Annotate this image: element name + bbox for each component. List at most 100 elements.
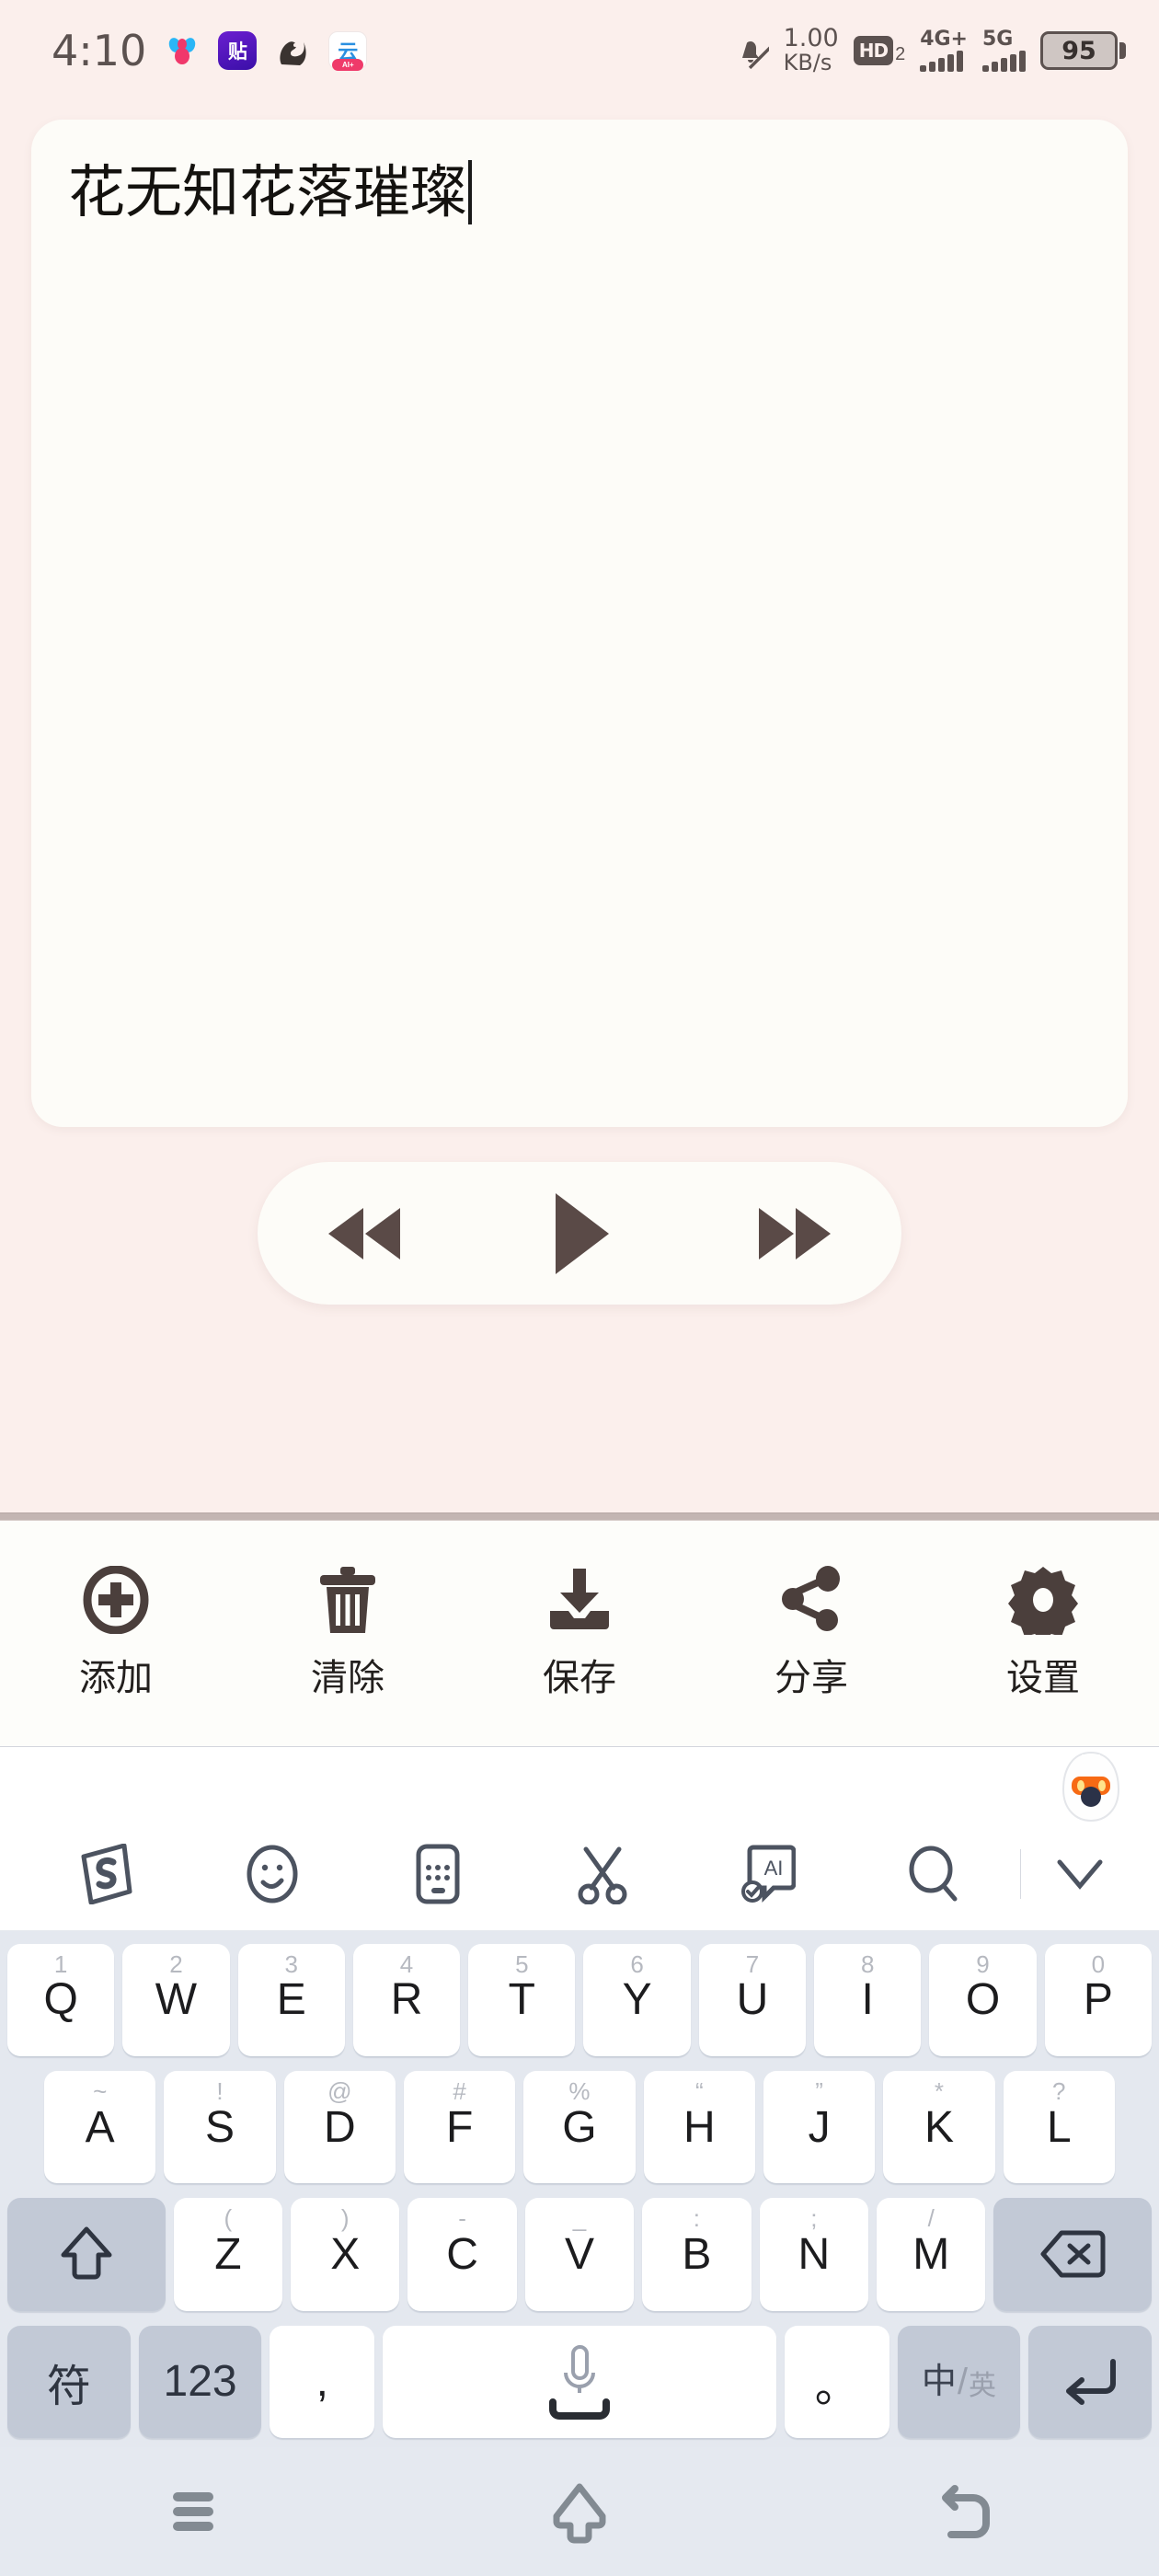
shift-key[interactable] [7,2198,166,2311]
key-k-hint: * [934,2076,945,2105]
key-s-label: S [204,2102,235,2152]
key-v-label: V [565,2229,595,2279]
key-u[interactable]: 7U [698,1943,807,2056]
key-r-label: R [390,1975,423,2025]
key-d[interactable]: @ D [283,2070,396,2184]
key-b[interactable]: :B [642,2198,752,2311]
toolbar-clear-button[interactable]: 清除 [232,1565,464,1701]
rewind-button[interactable] [296,1183,434,1284]
key-l[interactable]: ? L [1003,2070,1115,2184]
key-k[interactable]: * K [883,2070,995,2184]
key-z[interactable]: (Z [173,2198,283,2311]
key-t-label: T [508,1975,535,2025]
key-q-label: Q [43,1975,78,2025]
key-g[interactable]: % G [523,2070,636,2184]
back-button[interactable] [874,2466,1058,2558]
network-speed-value: 1.00 [783,24,839,52]
key-t[interactable]: 5T [468,1943,576,2056]
key-a[interactable]: ~ A [44,2070,156,2184]
language-toggle-key[interactable]: 中 / 英 [897,2325,1021,2438]
home-button[interactable] [488,2466,671,2558]
key-w[interactable]: 2W [122,1943,230,2056]
key-v[interactable]: _ V [524,2198,635,2311]
keyboard-layout-icon [416,1844,460,1904]
symbols-key[interactable]: 符 [7,2325,131,2438]
recents-icon [173,2487,213,2536]
text-caret [468,160,473,224]
svg-text:AI: AI [764,1857,784,1880]
signal-sim1: 4G+ [920,29,968,72]
key-p[interactable]: 0P [1044,1943,1152,2056]
comma-key[interactable]: , [270,2325,375,2438]
key-n[interactable]: ; N [759,2198,868,2311]
gear-icon [1008,1565,1078,1635]
key-i[interactable]: 8I [814,1943,922,2056]
key-o[interactable]: 9O [929,1943,1037,2056]
key-a-label: A [85,2102,115,2152]
key-h[interactable]: “H [643,2070,755,2184]
backspace-key[interactable] [993,2198,1153,2311]
key-d-hint: @ [327,2076,352,2105]
squirrel-icon [273,31,312,70]
sogou-mascot-icon[interactable] [1060,1751,1122,1823]
toolbar-save-button[interactable]: 保存 [464,1565,695,1701]
fast-forward-button[interactable] [725,1183,863,1284]
enter-key[interactable] [1028,2325,1152,2438]
battery-tip [1119,42,1126,59]
language-en-label: 英 [969,2370,996,2401]
keyboard-layout-button[interactable] [355,1844,521,1904]
sim2-label: 5G [982,28,1014,51]
emoji-button[interactable] [189,1844,355,1904]
fast-forward-icon [759,1207,832,1259]
toolbar-add-button[interactable]: 添加 [0,1565,232,1701]
key-e[interactable]: 3E [237,1943,345,2056]
key-g-label: G [562,2102,597,2152]
key-v-hint: _ [572,2204,587,2233]
key-r[interactable]: 4R [352,1943,461,2056]
space-key[interactable] [383,2325,776,2438]
key-q[interactable]: 1Q [7,1943,115,2056]
key-i-hint: 8 [860,1949,875,1978]
player-bar [258,1162,901,1305]
key-s[interactable]: ! S [164,2070,276,2184]
play-button[interactable] [511,1183,648,1284]
recents-button[interactable] [101,2466,285,2558]
editor-text[interactable]: 花无知花落璀璨 [68,156,467,228]
numbers-key[interactable]: 123 [138,2325,262,2438]
battery-shell: 95 [1040,31,1118,70]
key-y[interactable]: 6Y [583,1943,691,2056]
key-c[interactable]: -C [407,2198,517,2311]
keyboard-row-4: 符 123 , 。 中 / 英 [7,2325,1152,2438]
numbers-key-label: 123 [163,2357,237,2407]
key-a-hint: ~ [93,2076,108,2105]
key-d-label: D [323,2102,356,2152]
toolbar-share-button[interactable]: 分享 [695,1565,927,1701]
home-icon [553,2483,606,2544]
period-key[interactable]: 。 [784,2325,889,2438]
text-editor-card[interactable]: 花无知花落璀璨 [31,120,1128,1127]
key-p-label: P [1083,1975,1113,2025]
shift-arrow-icon [61,2226,112,2280]
network-speed: 1.00 KB/s [783,24,839,75]
keyboard-row-2: ~ A ! S @ D # F % G “H ” J * K ? L [7,2070,1152,2184]
key-z-label: Z [214,2229,242,2279]
search-button[interactable] [851,1844,1016,1904]
collapse-keyboard-button[interactable] [1025,1853,1135,1895]
scissors-button[interactable] [520,1844,685,1904]
ai-text-button[interactable]: AI [685,1844,851,1904]
baidu-icon [163,31,201,70]
keyboard-mascot-row [0,1746,1159,1822]
key-o-hint: 9 [976,1949,990,1978]
key-x[interactable]: ) X [291,2198,400,2311]
cloud-icon: 云 AI+ [328,31,368,71]
key-w-label: W [155,1975,198,2025]
key-f-label: F [445,2102,474,2152]
key-c-label: C [446,2229,478,2279]
keyboard-rows: 1Q 2W 3E 4R 5T 6Y 7U 8I 9O 0P ~ A ! S @ D #… [0,1931,1159,2448]
key-f[interactable]: # F [403,2070,516,2184]
toolbar-settings-button[interactable]: 设置 [927,1565,1159,1701]
sogou-logo-button[interactable] [24,1844,189,1904]
toolbar-save-label: 保存 [543,1657,616,1699]
key-m[interactable]: / M [877,2198,986,2311]
key-j[interactable]: ” J [763,2070,876,2184]
